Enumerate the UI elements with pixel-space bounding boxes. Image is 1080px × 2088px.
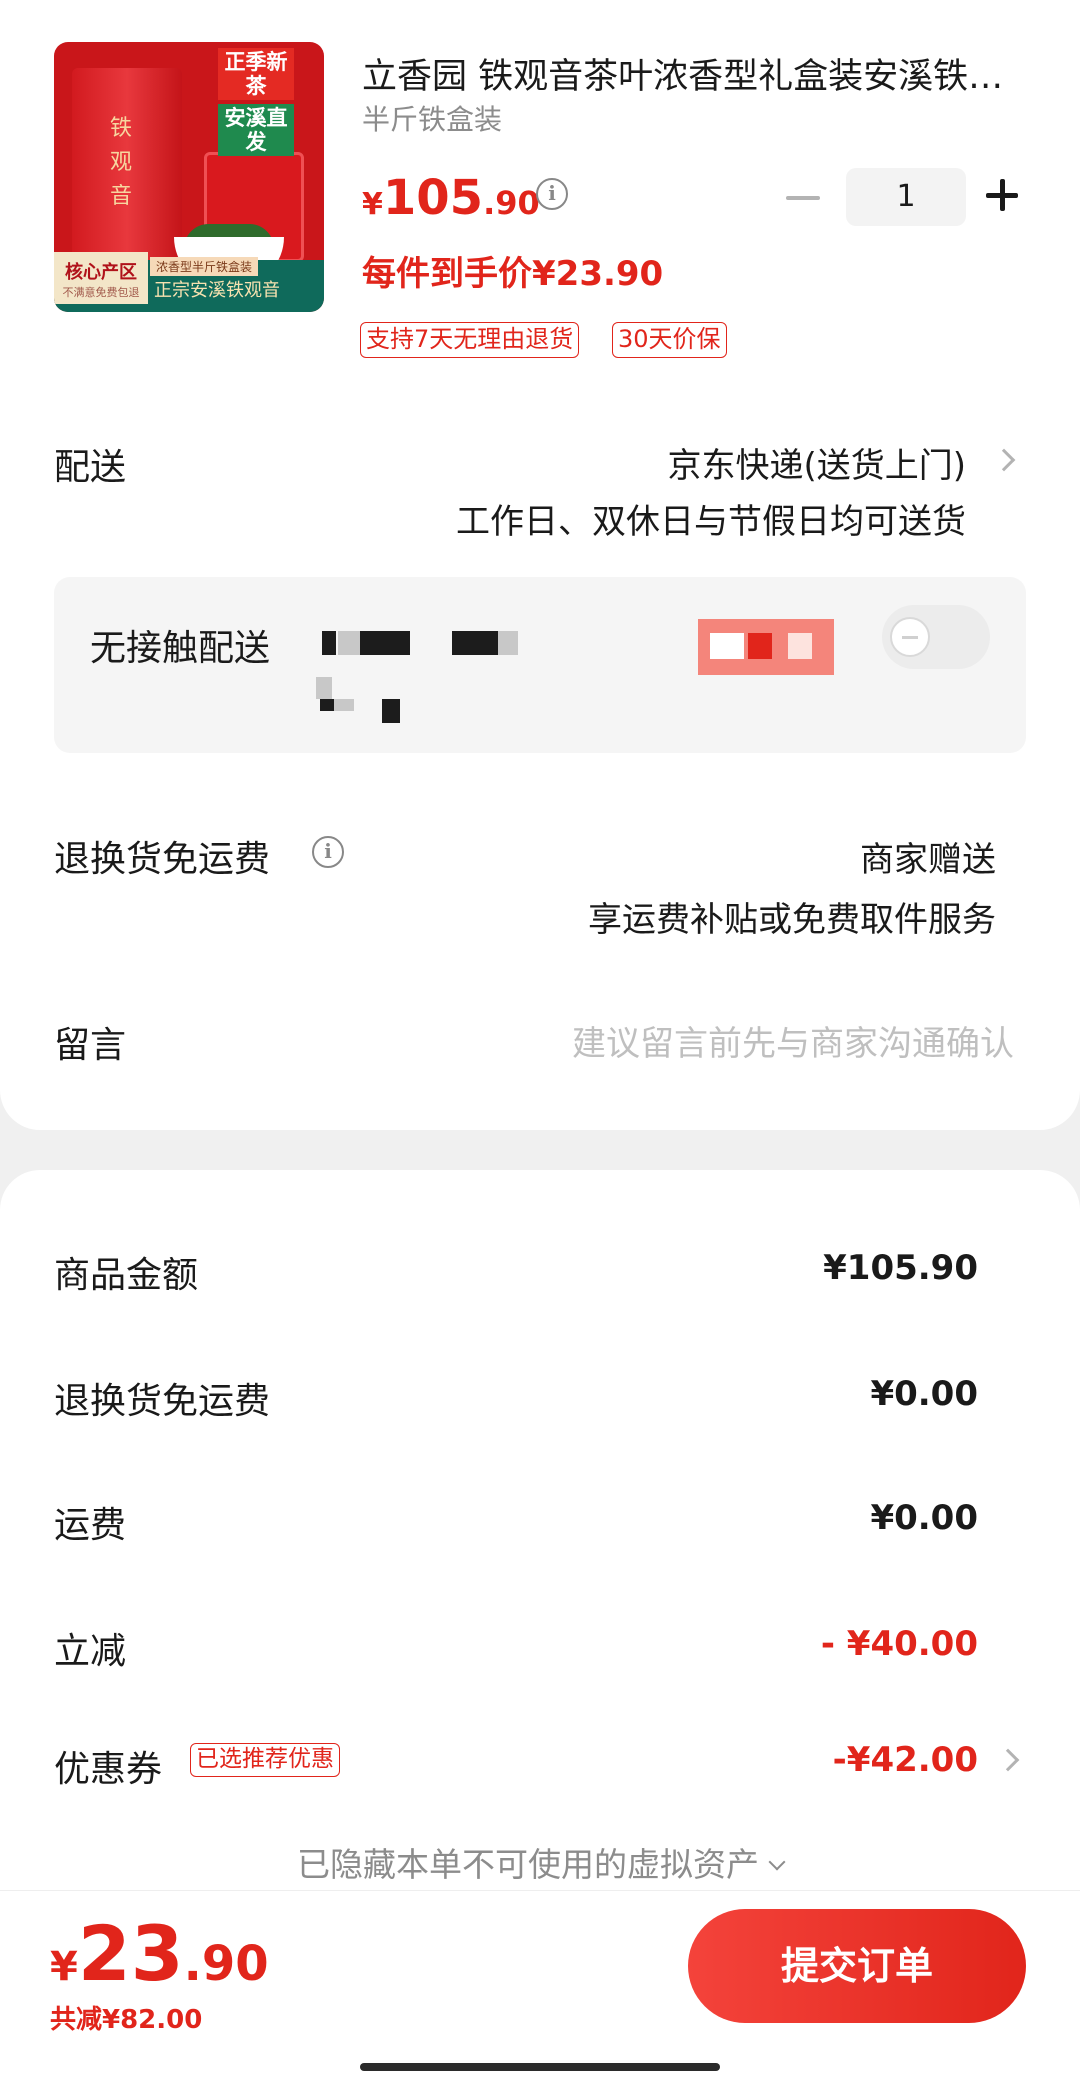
instant-discount-label: 立减 <box>54 1631 127 1672</box>
image-tag-new: 正季新茶 <box>218 48 294 100</box>
chevron-right-icon[interactable] <box>992 448 1016 472</box>
return-fee-label: 退换货免运费 <box>54 1381 271 1422</box>
order-item-card: 铁观音 正季新茶 安溪直发 核心产区不满意免费包退 浓香型半斤铁盒装 正宗安溪铁… <box>0 0 1080 1130</box>
coupon-recommended-tag: 已选推荐优惠 <box>190 1743 340 1777</box>
image-tag-direct: 安溪直发 <box>218 104 294 156</box>
goods-amount-value: ¥105.90 <box>823 1248 978 1288</box>
quantity-input[interactable]: 1 <box>846 168 966 226</box>
goods-amount-label: 商品金额 <box>54 1255 199 1296</box>
coupon-label[interactable]: 优惠券 <box>54 1740 162 1792</box>
return-shipping-desc: 享运费补贴或免费取件服务 <box>588 900 996 940</box>
message-input[interactable]: 建议留言前先与商家沟通确认 <box>572 1016 1014 1065</box>
return-shipping-value: 商家赠送 <box>860 840 996 880</box>
hidden-assets-text: 已隐藏本单不可使用的虚拟资产 <box>297 1845 759 1884</box>
product-title[interactable]: 立香园 铁观音茶叶浓香型礼盒装安溪铁观音新茶 <box>362 48 1032 99</box>
contactless-delivery-box: 无接触配送 <box>54 577 1026 753</box>
redacted-pixel <box>748 633 772 659</box>
redacted-text <box>452 631 498 655</box>
quantity-increase-button[interactable] <box>986 176 1026 216</box>
redacted-text <box>320 699 334 711</box>
return-shipping-info-icon[interactable]: i <box>312 836 344 868</box>
image-core-text: 核心产区 <box>65 262 137 283</box>
shipping-fee-value: ¥0.00 <box>870 1498 978 1538</box>
shipping-fee-label: 运费 <box>54 1505 127 1546</box>
checkout-bar: ¥23.90 共减¥82.00 提交订单 <box>0 1890 1080 2088</box>
product-price: ¥105.90 <box>362 170 540 226</box>
total-decimal: .90 <box>183 1936 269 1992</box>
total-symbol: ¥ <box>50 1944 78 1990</box>
redacted-text <box>338 631 360 655</box>
coupon-value[interactable]: -¥42.00 <box>833 1740 978 1780</box>
redacted-pixel <box>710 633 744 659</box>
image-slogan: 正宗安溪铁观音 <box>154 280 280 301</box>
redacted-text <box>498 631 518 655</box>
product-spec[interactable]: 半斤铁盒装 <box>362 98 502 138</box>
submit-order-button[interactable]: 提交订单 <box>688 1909 1026 2023</box>
home-indicator[interactable] <box>360 2063 720 2071</box>
contactless-toggle[interactable] <box>882 605 990 669</box>
total-saved[interactable]: 共减¥82.00 <box>50 1999 202 2036</box>
return-fee-value: ¥0.00 <box>870 1374 978 1414</box>
price-info-icon[interactable]: i <box>536 178 568 210</box>
price-integer: 105 <box>382 170 484 226</box>
image-core-badge: 核心产区不满意免费包退 <box>54 252 148 304</box>
toggle-knob <box>890 617 930 657</box>
quantity-decrease-button[interactable] <box>786 196 820 200</box>
redacted-text <box>382 699 400 723</box>
redacted-pixel <box>788 633 812 659</box>
instant-discount-value: - ¥40.00 <box>820 1624 978 1664</box>
per-item-price: 每件到手价¥23.90 <box>362 254 664 294</box>
redacted-text <box>334 699 354 711</box>
badge-return-7days: 支持7天无理由退货 <box>360 322 580 358</box>
image-pack-text: 浓香型半斤铁盒装 <box>150 257 259 276</box>
badge-price-protect: 30天价保 <box>612 322 727 358</box>
product-image[interactable]: 铁观音 正季新茶 安溪直发 核心产区不满意免费包退 浓香型半斤铁盒装 正宗安溪铁… <box>54 42 324 312</box>
can-label: 铁观音 <box>109 116 132 209</box>
chevron-down-icon <box>768 1853 786 1871</box>
redacted-text <box>322 631 336 655</box>
total-integer: 23 <box>77 1909 184 1998</box>
message-label: 留言 <box>54 1025 127 1066</box>
price-symbol: ¥ <box>362 187 383 222</box>
delivery-method[interactable]: 京东快递(送货上门) <box>667 438 966 487</box>
total-price: ¥23.90 <box>50 1909 269 1998</box>
image-core-sub: 不满意免费包退 <box>62 286 140 299</box>
redacted-text <box>360 631 410 655</box>
redacted-text <box>316 677 332 699</box>
delivery-label: 配送 <box>54 447 127 488</box>
delivery-schedule: 工作日、双休日与节假日均可送货 <box>456 502 966 542</box>
price-decimal: .90 <box>483 184 540 222</box>
return-shipping-label: 退换货免运费 <box>54 839 271 880</box>
hidden-assets-toggle[interactable]: 已隐藏本单不可使用的虚拟资产 <box>0 1838 1080 1886</box>
redacted-badge <box>698 619 834 675</box>
contactless-label: 无接触配送 <box>90 628 271 669</box>
